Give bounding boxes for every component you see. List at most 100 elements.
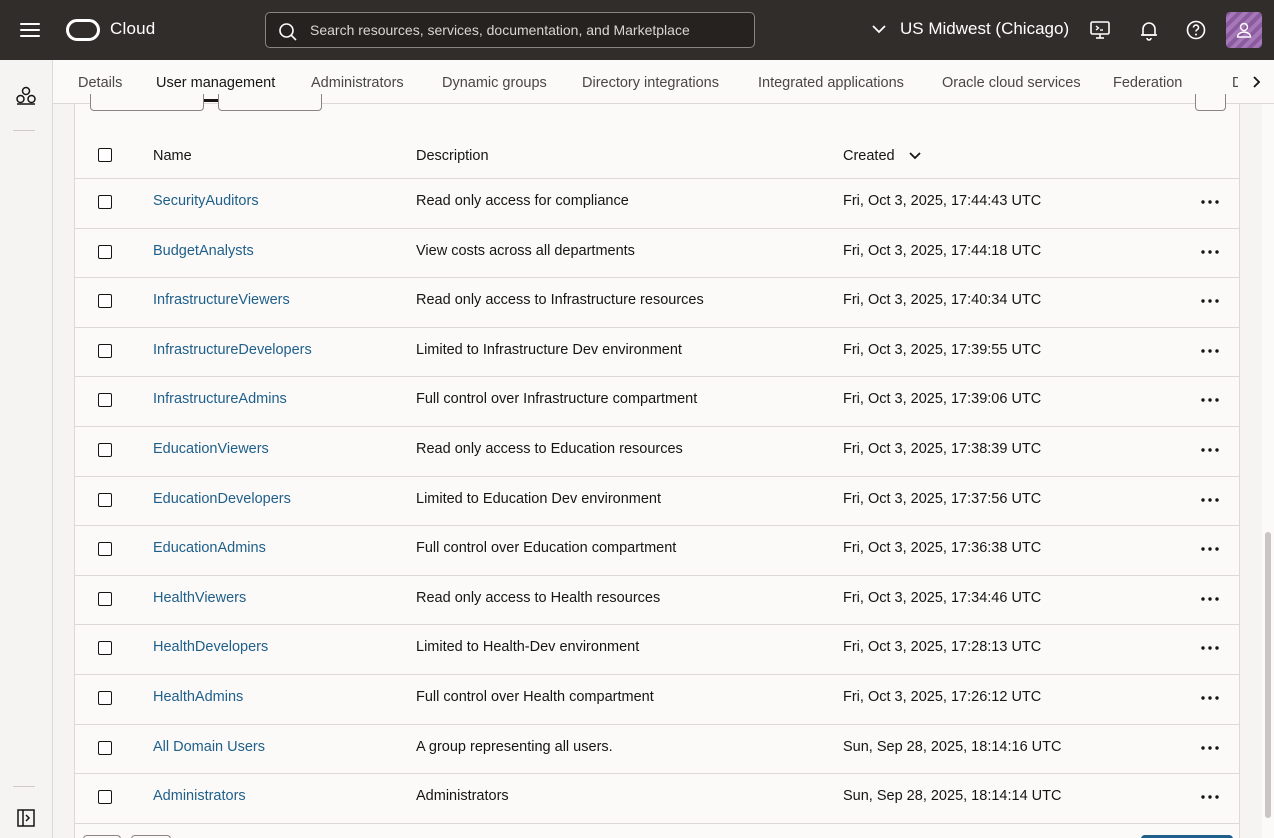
- more-actions-icon[interactable]: [1199, 687, 1221, 709]
- group-created-date: Fri, Oct 3, 2025, 17:44:43 UTC: [843, 193, 1042, 209]
- column-header-description[interactable]: Description: [416, 148, 489, 164]
- group-description: Read only access to Health resources: [416, 589, 661, 606]
- search-box[interactable]: [265, 12, 755, 48]
- expand-panel-icon[interactable]: [14, 806, 38, 830]
- tab-dynamic-groups[interactable]: Dynamic groups: [442, 75, 547, 91]
- more-actions-icon[interactable]: [1199, 389, 1221, 411]
- group-name-link[interactable]: EducationAdmins: [153, 540, 266, 556]
- group-name-link[interactable]: EducationViewers: [153, 441, 269, 457]
- rail-divider: [13, 786, 35, 787]
- tab-scroll-right[interactable]: [1238, 60, 1274, 103]
- group-name-link[interactable]: All Domain Users: [153, 739, 265, 755]
- more-actions-icon[interactable]: [1199, 241, 1221, 263]
- group-name-link[interactable]: EducationDevelopers: [153, 491, 291, 507]
- sort-descending-icon[interactable]: [908, 149, 922, 163]
- search-input[interactable]: [310, 13, 740, 47]
- group-name-link[interactable]: HealthDevelopers: [153, 639, 268, 655]
- row-checkbox[interactable]: [98, 492, 112, 507]
- search-icon: [279, 23, 297, 41]
- row-checkbox[interactable]: [98, 591, 112, 606]
- group-name-link[interactable]: HealthViewers: [153, 590, 246, 606]
- more-actions-icon[interactable]: [1199, 538, 1221, 560]
- scrollbar[interactable]: [1262, 104, 1274, 838]
- row-checkbox[interactable]: [98, 542, 112, 557]
- tab-administrators[interactable]: Administrators: [311, 75, 404, 91]
- more-actions-icon[interactable]: [1199, 637, 1221, 659]
- group-name-link[interactable]: InfrastructureAdmins: [153, 391, 287, 407]
- column-header-created-label: Created: [843, 148, 895, 164]
- toolbar-button[interactable]: [218, 94, 322, 111]
- toolbar-button[interactable]: [90, 94, 204, 111]
- toolbar-button[interactable]: [1195, 94, 1226, 111]
- group-name-link[interactable]: InfrastructureViewers: [153, 292, 290, 308]
- more-actions-icon[interactable]: [1199, 439, 1221, 461]
- groups-panel: Name Description Created SecurityAuditor…: [74, 94, 1240, 838]
- table-row: EducationDevelopers Limited to Education …: [75, 477, 1239, 527]
- identity-domain-icon[interactable]: [14, 84, 38, 108]
- table-row: SecurityAuditors Read only access for com…: [75, 179, 1239, 229]
- more-actions-icon[interactable]: [1199, 588, 1221, 610]
- group-description: Limited to Health-Dev environment: [416, 639, 640, 656]
- group-created-date: Fri, Oct 3, 2025, 17:39:55 UTC: [843, 341, 1042, 358]
- more-actions-icon[interactable]: [1199, 489, 1221, 511]
- tab-integrated-applications[interactable]: Integrated applications: [758, 75, 904, 91]
- group-created-date: Fri, Oct 3, 2025, 17:36:38 UTC: [843, 540, 1042, 557]
- help-icon[interactable]: [1184, 18, 1208, 42]
- group-created-date: Fri, Oct 3, 2025, 17:44:18 UTC: [843, 242, 1042, 259]
- column-header-created[interactable]: Created: [843, 148, 922, 164]
- tab-oracle-cloud-services[interactable]: Oracle cloud services: [942, 75, 1081, 91]
- table-row: EducationAdmins Full control over Educati…: [75, 526, 1239, 576]
- tab-directory-integrations[interactable]: Directory integrations: [582, 75, 719, 91]
- menu-icon[interactable]: [18, 20, 42, 40]
- select-all-checkbox[interactable]: [98, 148, 112, 162]
- row-checkbox[interactable]: [98, 691, 112, 705]
- cloud-shell-icon[interactable]: [1088, 18, 1112, 42]
- more-actions-icon[interactable]: [1199, 191, 1221, 213]
- user-avatar[interactable]: [1226, 12, 1262, 48]
- row-checkbox[interactable]: [98, 740, 112, 755]
- row-checkbox[interactable]: [98, 790, 112, 805]
- row-checkbox[interactable]: [98, 195, 112, 209]
- row-checkbox[interactable]: [98, 443, 112, 457]
- group-name-link[interactable]: SecurityAuditors: [153, 193, 259, 209]
- more-actions-icon[interactable]: [1199, 786, 1221, 808]
- table-row: HealthAdmins Full control over Health com…: [75, 675, 1239, 725]
- column-header-name[interactable]: Name: [153, 148, 192, 164]
- region-selector[interactable]: US Midwest (Chicago): [870, 19, 1069, 39]
- chevron-down-icon: [872, 25, 886, 34]
- region-label: US Midwest (Chicago): [900, 19, 1070, 38]
- group-description: Limited to Infrastructure Dev environmen…: [416, 341, 682, 358]
- group-description: View costs across all departments: [416, 242, 635, 259]
- group-description: Full control over Education compartment: [416, 540, 677, 557]
- tab-details[interactable]: Details: [78, 75, 122, 91]
- tab-user-management[interactable]: User management: [156, 75, 276, 102]
- table-row: HealthViewers Read only access to Health …: [75, 576, 1239, 626]
- oracle-logo[interactable]: [66, 19, 100, 41]
- row-checkbox[interactable]: [98, 393, 112, 408]
- group-name-link[interactable]: Administrators: [153, 788, 246, 804]
- more-actions-icon[interactable]: [1199, 340, 1221, 362]
- group-description: Read only access for compliance: [416, 193, 629, 209]
- row-checkbox[interactable]: [98, 343, 112, 358]
- group-description: Administrators: [416, 788, 509, 805]
- row-checkbox[interactable]: [98, 294, 112, 309]
- group-created-date: Fri, Oct 3, 2025, 17:38:39 UTC: [843, 441, 1042, 457]
- scrollbar-thumb[interactable]: [1265, 532, 1271, 818]
- more-actions-icon[interactable]: [1199, 737, 1221, 759]
- group-name-link[interactable]: InfrastructureDevelopers: [153, 342, 312, 358]
- left-rail: [0, 60, 53, 838]
- table-row: Administrators Administrators Sun, Sep 28,…: [75, 774, 1239, 824]
- bell-icon[interactable]: [1137, 18, 1161, 42]
- chevron-right-icon: [1253, 75, 1261, 88]
- group-description: Read only access to Infrastructure resou…: [416, 292, 704, 309]
- group-name-link[interactable]: HealthAdmins: [153, 689, 243, 705]
- table-row: EducationViewers Read only access to Educ…: [75, 427, 1239, 477]
- group-created-date: Fri, Oct 3, 2025, 17:26:12 UTC: [843, 689, 1042, 705]
- group-description: Full control over Infrastructure compart…: [416, 391, 698, 408]
- more-actions-icon[interactable]: [1199, 290, 1221, 312]
- row-checkbox[interactable]: [98, 641, 112, 656]
- row-checkbox[interactable]: [98, 244, 112, 259]
- group-name-link[interactable]: BudgetAnalysts: [153, 243, 254, 259]
- tab-federation[interactable]: Federation: [1113, 75, 1182, 91]
- brand-name[interactable]: Cloud: [110, 19, 155, 39]
